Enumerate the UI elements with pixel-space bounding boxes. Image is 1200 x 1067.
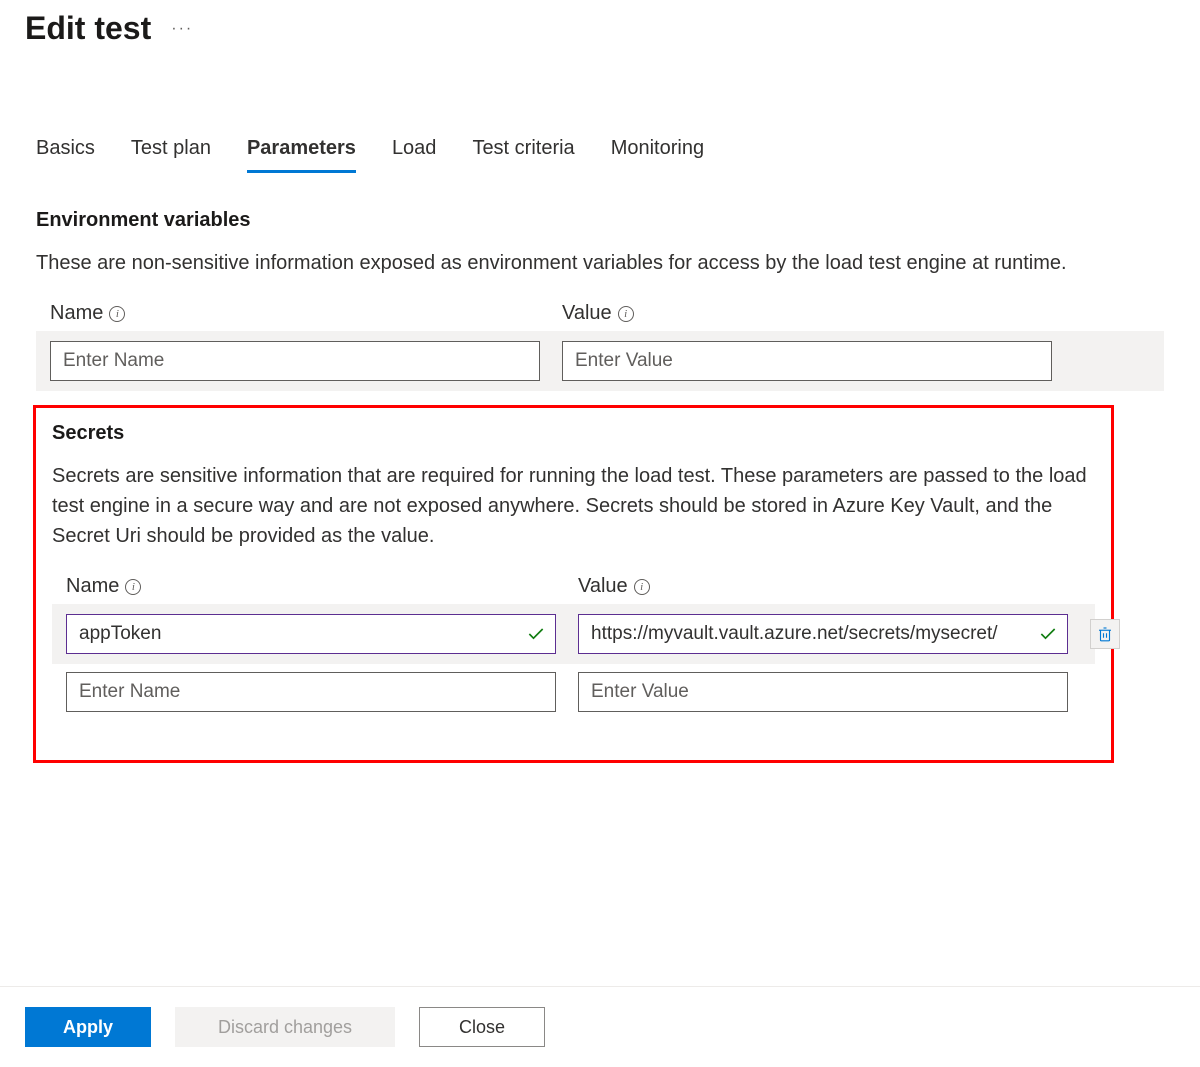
tab-test-criteria[interactable]: Test criteria <box>472 137 574 173</box>
env-value-header: Value <box>562 302 612 325</box>
page-title: Edit test <box>25 10 151 47</box>
tabs: Basics Test plan Parameters Load Test cr… <box>0 137 1200 173</box>
close-button[interactable]: Close <box>419 1007 545 1047</box>
delete-button[interactable] <box>1090 619 1120 649</box>
info-icon[interactable]: i <box>109 306 125 322</box>
env-name-header: Name <box>50 302 103 325</box>
discard-changes-button[interactable]: Discard changes <box>175 1007 395 1047</box>
tab-test-plan[interactable]: Test plan <box>131 137 211 173</box>
secret-value-input[interactable] <box>578 614 1068 654</box>
env-section-desc: These are non-sensitive information expo… <box>36 248 1164 278</box>
tab-load[interactable]: Load <box>392 137 437 173</box>
info-icon[interactable]: i <box>634 579 650 595</box>
secrets-section: Secrets Secrets are sensitive informatio… <box>33 405 1114 763</box>
secret-name-input-empty[interactable] <box>66 672 556 712</box>
secrets-row <box>52 604 1095 664</box>
tab-monitoring[interactable]: Monitoring <box>611 137 704 173</box>
tab-parameters[interactable]: Parameters <box>247 137 356 173</box>
secret-name-input[interactable] <box>66 614 556 654</box>
info-icon[interactable]: i <box>125 579 141 595</box>
secrets-section-title: Secrets <box>52 422 1095 445</box>
env-input-row <box>36 331 1164 391</box>
tab-basics[interactable]: Basics <box>36 137 95 173</box>
secrets-section-desc: Secrets are sensitive information that a… <box>52 461 1095 551</box>
more-actions-icon[interactable]: ··· <box>171 20 193 38</box>
footer: Apply Discard changes Close <box>0 986 1200 1067</box>
secret-value-input-empty[interactable] <box>578 672 1068 712</box>
env-section-title: Environment variables <box>36 209 1164 232</box>
env-name-input[interactable] <box>50 341 540 381</box>
secrets-value-header: Value <box>578 575 628 598</box>
env-value-input[interactable] <box>562 341 1052 381</box>
apply-button[interactable]: Apply <box>25 1007 151 1047</box>
info-icon[interactable]: i <box>618 306 634 322</box>
secrets-empty-row <box>52 664 1095 720</box>
secrets-name-header: Name <box>66 575 119 598</box>
